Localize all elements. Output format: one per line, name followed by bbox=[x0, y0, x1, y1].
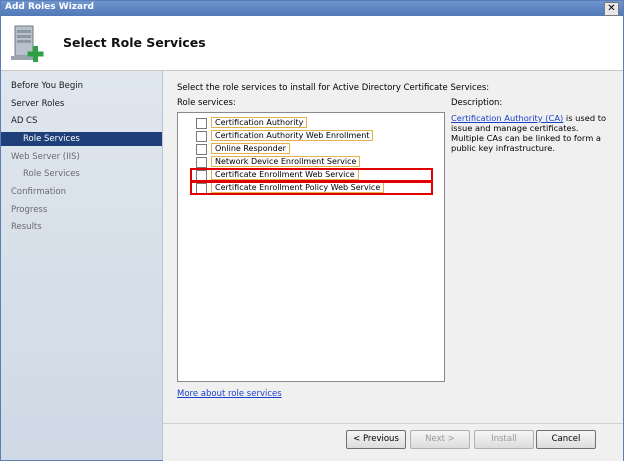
install-button[interactable]: Install bbox=[474, 430, 534, 449]
main-content: Select the role services to install for … bbox=[163, 71, 623, 423]
description-link[interactable]: Certification Authority (CA) bbox=[451, 113, 563, 123]
role-services-list[interactable]: Certification Authority Certification Au… bbox=[177, 112, 445, 382]
close-button[interactable]: ✕ bbox=[604, 2, 619, 16]
server-add-icon bbox=[11, 25, 44, 62]
role-service-online-responder[interactable]: Online Responder bbox=[196, 143, 440, 155]
nav-step-server-roles[interactable]: Server Roles bbox=[1, 97, 162, 111]
nav-step-role-services[interactable]: Role Services bbox=[1, 132, 162, 146]
previous-button[interactable]: < Previous bbox=[346, 430, 406, 449]
nav-step-confirmation: Confirmation bbox=[11, 187, 66, 197]
checkbox[interactable] bbox=[196, 118, 207, 129]
role-service-label: Online Responder bbox=[211, 143, 290, 154]
role-service-label: Certification Authority Web Enrollment bbox=[211, 130, 374, 141]
highlight-box-enrollment-policy-web-service bbox=[190, 181, 433, 195]
role-services-label: Role services: bbox=[177, 98, 236, 108]
nav-step-ad-cs[interactable]: AD CS bbox=[1, 114, 162, 128]
page-title: Select Role Services bbox=[63, 35, 206, 50]
wizard-steps-nav: Before You Begin Server Roles AD CS Role… bbox=[1, 71, 163, 460]
description-text: Certification Authority (CA) is used to … bbox=[451, 113, 611, 153]
role-service-ca-web-enrollment[interactable]: Certification Authority Web Enrollment bbox=[196, 130, 440, 142]
wizard-footer: < Previous Next > Install Cancel bbox=[163, 423, 623, 461]
nav-step-progress: Progress bbox=[11, 205, 48, 215]
next-button[interactable]: Next > bbox=[410, 430, 470, 449]
nav-step-before-you-begin[interactable]: Before You Begin bbox=[1, 79, 162, 93]
more-about-role-services-link[interactable]: More about role services bbox=[177, 389, 282, 399]
nav-step-web-server: Web Server (IIS) bbox=[11, 152, 80, 162]
role-service-label: Certification Authority bbox=[211, 117, 308, 128]
role-service-certification-authority[interactable]: Certification Authority bbox=[196, 117, 440, 129]
checkbox[interactable] bbox=[196, 144, 207, 155]
window-title: Add Roles Wizard bbox=[5, 2, 94, 12]
nav-step-web-role-services: Role Services bbox=[23, 169, 80, 179]
checkbox[interactable] bbox=[196, 131, 207, 142]
nav-step-results: Results bbox=[11, 222, 42, 232]
intro-text: Select the role services to install for … bbox=[177, 83, 490, 93]
wizard-window: Add Roles Wizard ✕ Select Role Services … bbox=[0, 0, 624, 461]
wizard-header: Select Role Services bbox=[1, 16, 623, 71]
highlight-box-enrollment-web-service bbox=[190, 168, 433, 182]
title-bar: Add Roles Wizard ✕ bbox=[1, 1, 623, 16]
checkbox[interactable] bbox=[196, 157, 207, 168]
role-service-ndes[interactable]: Network Device Enrollment Service bbox=[196, 156, 440, 168]
role-service-label: Network Device Enrollment Service bbox=[211, 156, 361, 167]
description-label: Description: bbox=[451, 98, 503, 108]
cancel-button[interactable]: Cancel bbox=[536, 430, 596, 449]
